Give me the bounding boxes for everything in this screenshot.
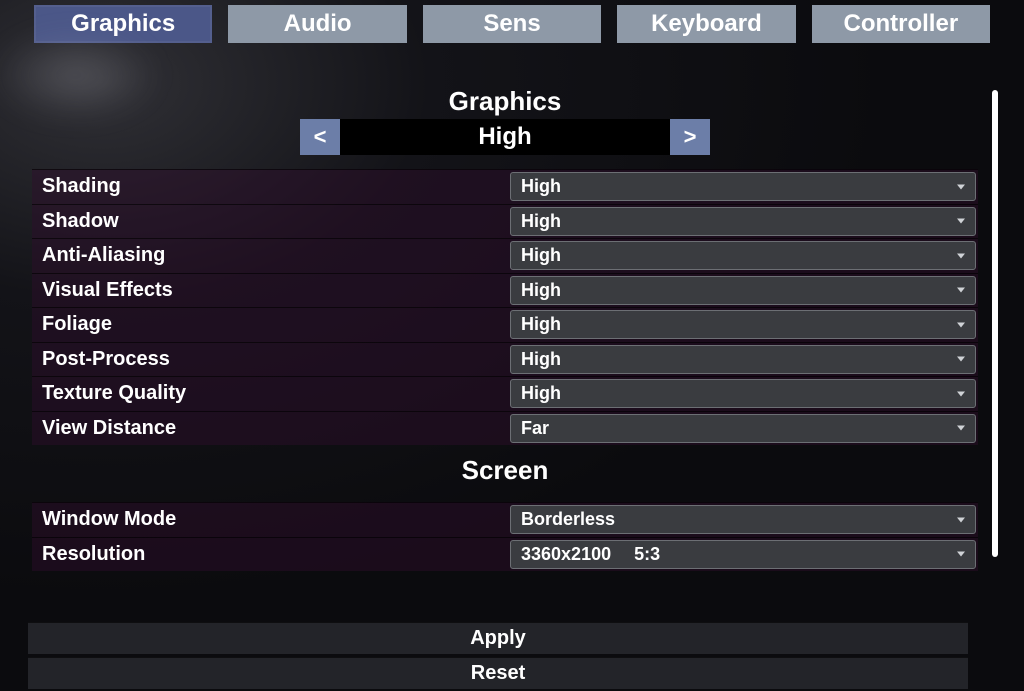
tab-graphics[interactable]: Graphics: [34, 5, 212, 43]
graphics-setting-label: Texture Quality: [32, 382, 510, 405]
settings-panel: Graphics < High > ShadingHighShadowHighA…: [28, 68, 996, 689]
graphics-setting-select[interactable]: High: [510, 172, 976, 201]
graphics-setting-select[interactable]: High: [510, 207, 976, 236]
graphics-preset-stepper: < High >: [28, 119, 982, 155]
scrollbar-thumb[interactable]: [992, 90, 998, 557]
action-buttons: Apply Reset: [28, 622, 968, 689]
screen-setting-row: Resolution 3360x2100 5:3: [32, 537, 978, 572]
graphics-setting-select-value: High: [521, 314, 561, 335]
graphics-setting-select[interactable]: High: [510, 276, 976, 305]
tab-label: Graphics: [71, 10, 175, 38]
reset-button-label: Reset: [471, 662, 525, 685]
chevron-down-icon: [957, 426, 965, 431]
preset-value-text: High: [478, 123, 531, 151]
graphics-setting-select-value: High: [521, 245, 561, 266]
graphics-setting-select[interactable]: High: [510, 310, 976, 339]
settings-tabbar: Graphics Audio Sens Keyboard Controller: [0, 0, 1024, 43]
chevron-down-icon: [957, 184, 965, 189]
tab-label: Keyboard: [651, 10, 762, 38]
chevron-down-icon: [957, 552, 965, 557]
graphics-setting-select[interactable]: High: [510, 345, 976, 374]
preset-next-button[interactable]: >: [670, 119, 710, 155]
tab-label: Audio: [284, 10, 352, 38]
tab-controller[interactable]: Controller: [812, 5, 990, 43]
graphics-setting-label: Post-Process: [32, 348, 510, 371]
apply-button-label: Apply: [470, 627, 526, 650]
chevron-down-icon: [957, 288, 965, 293]
graphics-setting-select-value: Far: [521, 418, 549, 439]
graphics-setting-label: View Distance: [32, 417, 510, 440]
graphics-setting-select[interactable]: High: [510, 241, 976, 270]
graphics-setting-label: Anti-Aliasing: [32, 244, 510, 267]
chevron-down-icon: [957, 357, 965, 362]
tab-sens[interactable]: Sens: [423, 5, 601, 43]
tab-label: Sens: [483, 10, 540, 38]
screen-setting-select-value: Borderless: [521, 509, 615, 530]
screen-setting-label: Window Mode: [32, 508, 510, 531]
graphics-setting-row: View Distance Far: [32, 411, 978, 446]
graphics-setting-select-value: High: [521, 383, 561, 404]
graphics-setting-label: Shadow: [32, 210, 510, 233]
graphics-setting-label: Visual Effects: [32, 279, 510, 302]
graphics-setting-select-value: High: [521, 211, 561, 232]
screen-setting-label: Resolution: [32, 543, 510, 566]
preset-prev-button[interactable]: <: [300, 119, 340, 155]
graphics-setting-label: Shading: [32, 175, 510, 198]
chevron-left-icon: <: [314, 124, 327, 150]
graphics-setting-row: Anti-Aliasing High: [32, 238, 978, 273]
reset-button[interactable]: Reset: [28, 657, 968, 689]
screen-settings-list: Window Mode Borderless Resolution 3360x2100…: [32, 502, 978, 571]
screen-section-title: Screen: [28, 455, 982, 486]
screen-setting-select-value: 3360x2100 5:3: [521, 544, 660, 565]
graphics-setting-row: Texture Quality High: [32, 376, 978, 411]
tab-audio[interactable]: Audio: [228, 5, 406, 43]
graphics-setting-select[interactable]: High: [510, 379, 976, 408]
chevron-down-icon: [957, 219, 965, 224]
chevron-down-icon: [957, 322, 965, 327]
apply-button[interactable]: Apply: [28, 622, 968, 654]
graphics-setting-select-value: High: [521, 280, 561, 301]
screen-setting-select[interactable]: 3360x2100 5:3: [510, 540, 976, 569]
graphics-setting-select[interactable]: Far: [510, 414, 976, 443]
graphics-section-title: Graphics: [28, 86, 982, 117]
graphics-settings-list: ShadingHighShadowHighAnti-AliasingHighVi…: [32, 169, 978, 445]
chevron-down-icon: [957, 391, 965, 396]
graphics-setting-label: Foliage: [32, 313, 510, 336]
screen-setting-select[interactable]: Borderless: [510, 505, 976, 534]
screen-setting-row: Window Mode Borderless: [32, 502, 978, 537]
tab-label: Controller: [843, 10, 958, 38]
graphics-setting-row: Visual Effects High: [32, 273, 978, 308]
graphics-setting-select-value: High: [521, 349, 561, 370]
graphics-setting-select-value: High: [521, 176, 561, 197]
chevron-right-icon: >: [684, 124, 697, 150]
chevron-down-icon: [957, 253, 965, 258]
chevron-down-icon: [957, 517, 965, 522]
preset-value-display: High: [340, 119, 670, 155]
graphics-setting-row: Shadow High: [32, 204, 978, 239]
graphics-setting-row: Shading High: [32, 169, 978, 204]
graphics-setting-row: Foliage High: [32, 307, 978, 342]
graphics-setting-row: Post-Process High: [32, 342, 978, 377]
tab-keyboard[interactable]: Keyboard: [617, 5, 795, 43]
